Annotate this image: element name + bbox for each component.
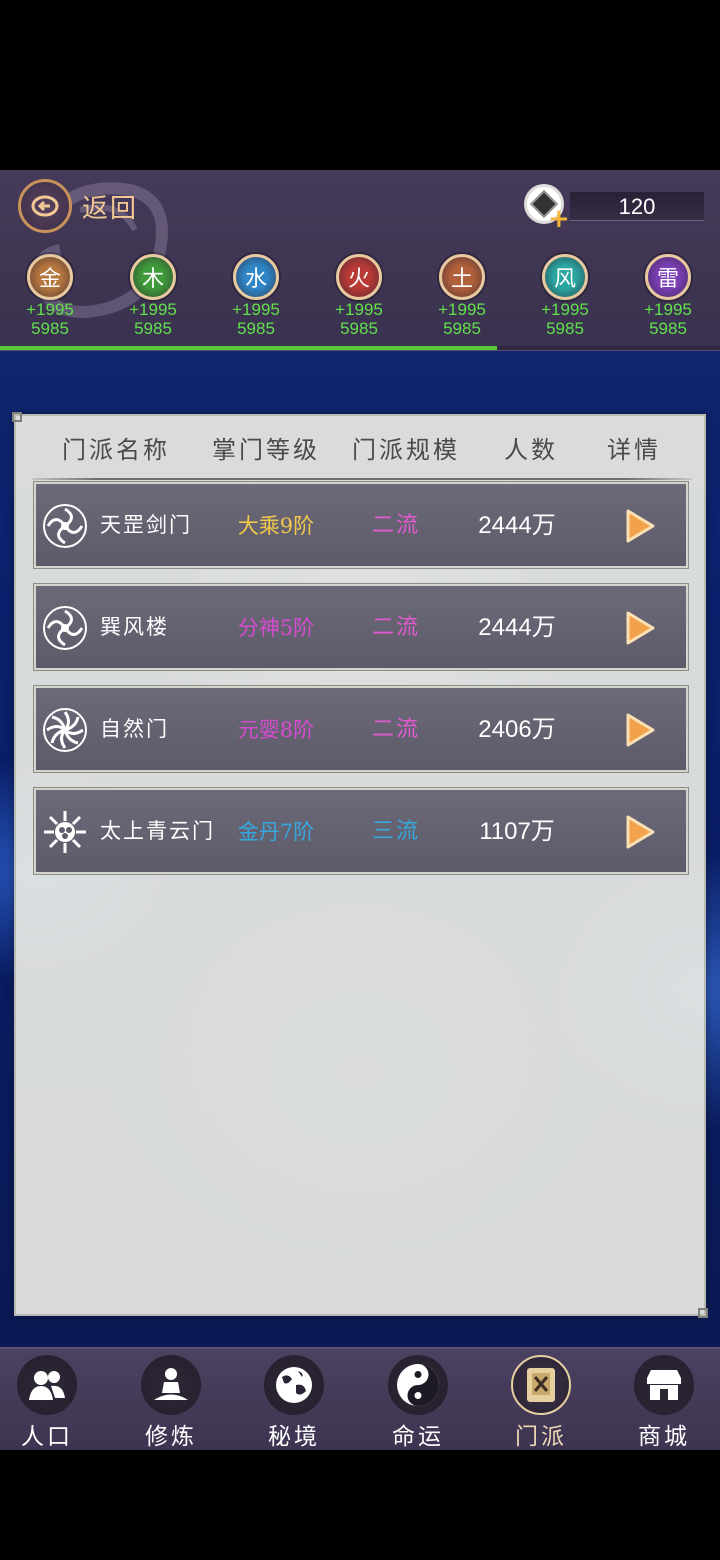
element-plus: +1995 (644, 300, 692, 319)
element-total: 5985 (546, 319, 584, 338)
sun-emblem-icon (44, 811, 86, 853)
sect-scale: 二流 (371, 513, 420, 538)
element-total: 5985 (443, 319, 481, 338)
master-level: 金丹7阶 (237, 820, 315, 844)
header-population: 人数 (504, 436, 558, 464)
globe-icon (264, 1355, 324, 1415)
nav-label: 商城 (638, 1424, 690, 1450)
element-badge: 火 (336, 254, 382, 300)
progress-bar (0, 346, 720, 350)
add-currency-icon[interactable]: + (548, 206, 570, 232)
flower-emblem-icon (43, 708, 87, 752)
table-header: 门派名称 掌门等级 门派规模 人数 详情 (16, 428, 708, 480)
element-metal: 金 +1995 5985 (0, 254, 100, 338)
sect-scale: 二流 (371, 615, 420, 640)
nav-label: 门派 (515, 1424, 567, 1450)
header-sect-scale: 门派规模 (352, 436, 460, 464)
element-water: 水 +1995 5985 (206, 254, 306, 338)
sect-book-icon (511, 1355, 571, 1415)
bottom-nav: 人口 修炼 秘境 命运 门派 商城 (0, 1347, 720, 1452)
currency-value: 120 (618, 194, 656, 219)
header-sect-name: 门派名称 (62, 436, 170, 464)
people-icon (17, 1355, 77, 1415)
element-total: 5985 (134, 319, 172, 338)
element-plus: +1995 (438, 300, 486, 319)
shop-icon (634, 1355, 694, 1415)
element-badge: 金 (27, 254, 73, 300)
element-plus: +1995 (26, 300, 74, 319)
element-plus: +1995 (335, 300, 383, 319)
header-details: 详情 (607, 436, 661, 464)
population-count: 2444万 (478, 614, 556, 641)
meditation-icon (141, 1355, 201, 1415)
element-earth: 土 +1995 5985 (412, 254, 512, 338)
yin-yang-icon (388, 1355, 448, 1415)
table-row[interactable]: 天罡剑门 大乘9阶 二流 2444万 (33, 481, 689, 569)
element-badge: 木 (130, 254, 176, 300)
population-count: 2406万 (478, 716, 556, 743)
element-wind: 风 +1995 5985 (515, 254, 615, 338)
corner-ornament (12, 412, 22, 422)
element-plus: +1995 (541, 300, 589, 319)
nav-cultivation[interactable]: 修炼 (121, 1355, 221, 1451)
population-count: 1107万 (479, 818, 555, 845)
nav-label: 修炼 (145, 1424, 197, 1450)
sect-list-panel: 门派名称 掌门等级 门派规模 人数 详情 天罡剑门 大乘9阶 二流 2444万 (12, 412, 708, 1318)
element-total: 5985 (31, 319, 69, 338)
element-badge: 雷 (645, 254, 691, 300)
nav-sect[interactable]: 门派 (491, 1355, 591, 1451)
top-header: 返回 + 120 金 +1995 5985 木 +1995 5985 水 +19… (0, 170, 720, 351)
details-arrow-icon[interactable] (624, 814, 656, 850)
element-stats: 金 +1995 5985 木 +1995 5985 水 +1995 5985 火… (0, 254, 720, 344)
system-nav-area (0, 1450, 720, 1560)
details-arrow-icon[interactable] (624, 508, 656, 544)
master-level: 元婴8阶 (237, 718, 315, 742)
sect-name: 太上青云门 (100, 819, 215, 843)
currency-bar: 120 (570, 192, 704, 221)
nav-shop[interactable]: 商城 (614, 1355, 714, 1451)
sect-name: 巽风楼 (100, 615, 169, 639)
table-row[interactable]: 太上青云门 金丹7阶 三流 1107万 (33, 787, 689, 875)
currency-display: + 120 (520, 182, 705, 232)
details-arrow-icon[interactable] (624, 610, 656, 646)
element-total: 5985 (340, 319, 378, 338)
nav-label: 命运 (392, 1424, 444, 1450)
table-row[interactable]: 巽风楼 分神5阶 二流 2444万 (33, 583, 689, 671)
nav-label: 人口 (21, 1424, 73, 1450)
nav-population[interactable]: 人口 (0, 1355, 97, 1451)
progress-fill (0, 346, 497, 350)
element-plus: +1995 (232, 300, 280, 319)
back-icon (18, 179, 72, 233)
element-wood: 木 +1995 5985 (103, 254, 203, 338)
swirl-emblem-icon (43, 504, 87, 548)
element-plus: +1995 (129, 300, 177, 319)
element-fire: 火 +1995 5985 (309, 254, 409, 338)
master-level: 分神5阶 (237, 616, 315, 640)
nav-fate[interactable]: 命运 (368, 1355, 468, 1451)
element-total: 5985 (237, 319, 275, 338)
app-screen: 返回 + 120 金 +1995 5985 木 +1995 5985 水 +19… (0, 0, 720, 1560)
details-arrow-icon[interactable] (624, 712, 656, 748)
back-button[interactable]: 返回 (18, 178, 138, 234)
element-total: 5985 (649, 319, 687, 338)
population-count: 2444万 (478, 512, 556, 539)
sect-name: 自然门 (100, 717, 169, 741)
element-badge: 风 (542, 254, 588, 300)
element-badge: 水 (233, 254, 279, 300)
table-row[interactable]: 自然门 元婴8阶 二流 2406万 (33, 685, 689, 773)
nav-label: 秘境 (268, 1424, 320, 1450)
header-master-level: 掌门等级 (212, 436, 320, 464)
master-level: 大乘9阶 (237, 514, 315, 538)
back-label: 返回 (82, 193, 139, 224)
nav-secret-realm[interactable]: 秘境 (244, 1355, 344, 1451)
element-thunder: 雷 +1995 5985 (618, 254, 718, 338)
sect-scale: 二流 (371, 717, 420, 742)
status-bar-area (0, 0, 720, 170)
sect-scale: 三流 (371, 819, 420, 844)
corner-ornament (698, 1308, 708, 1318)
swirl-emblem-icon (43, 606, 87, 650)
element-badge: 土 (439, 254, 485, 300)
header-divider (32, 478, 692, 480)
sect-name: 天罡剑门 (100, 513, 192, 537)
